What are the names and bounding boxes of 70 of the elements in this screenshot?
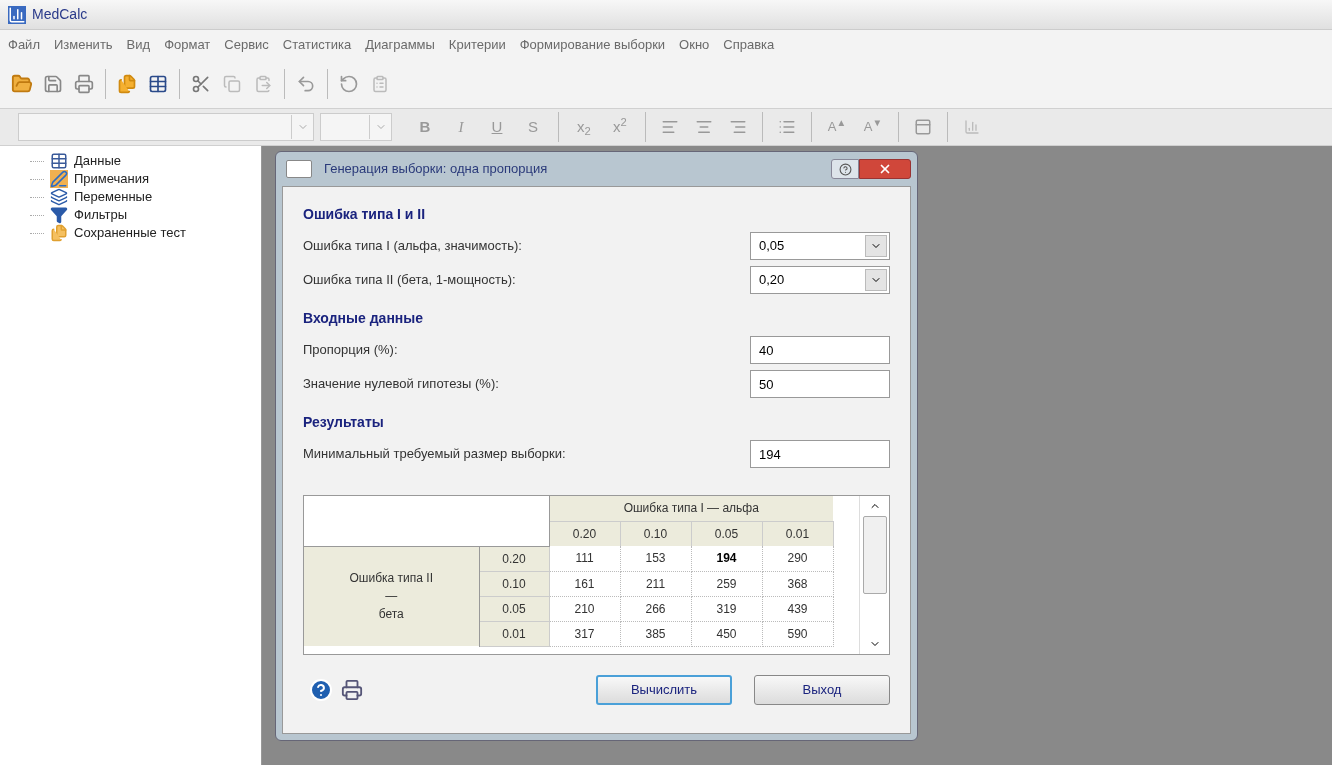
scrollbar[interactable]: [859, 496, 889, 654]
menu-item[interactable]: Изменить: [53, 35, 113, 55]
table-cell: 317: [549, 621, 620, 646]
field-label: Минимальный требуемый размер выборки:: [303, 445, 566, 464]
tree-item[interactable]: Переменные: [74, 187, 153, 207]
tree-item[interactable]: Сохраненные тест: [74, 223, 186, 243]
table-cell: 439: [762, 596, 833, 621]
table-cell: 319: [691, 596, 762, 621]
menu-item[interactable]: Статистика: [282, 35, 352, 55]
table-cell: 368: [762, 571, 833, 596]
input-field[interactable]: 194: [750, 440, 890, 468]
font-name-field[interactable]: [18, 113, 314, 141]
menu-item[interactable]: Вид: [126, 35, 151, 55]
field-label: Ошибка типа I (альфа, значимость):: [303, 237, 522, 256]
input-field[interactable]: 40: [750, 336, 890, 364]
row-group-header: Ошибка типа II — бета: [304, 546, 479, 646]
question-icon: [838, 162, 852, 176]
help-button[interactable]: [831, 159, 859, 179]
table-cell: 385: [620, 621, 691, 646]
section-heading: Ошибка типа I и II: [303, 204, 427, 224]
app-icon: [8, 5, 26, 24]
menu-item[interactable]: Диаграммы: [365, 35, 435, 55]
close-button[interactable]: [859, 159, 911, 179]
print-icon[interactable]: [341, 679, 363, 701]
table-cell: 153: [620, 546, 691, 571]
table-icon: [50, 152, 68, 170]
menu-item[interactable]: Сервис: [224, 35, 269, 55]
window-title: MedCalc: [32, 5, 88, 24]
dialog-title: Генерация выборки: одна пропорция: [324, 160, 549, 179]
section-heading: Результаты: [303, 412, 385, 432]
filter-icon: [50, 206, 68, 224]
field-label: Значение нулевой гипотезы (%):: [303, 375, 499, 394]
field-label: Ошибка типа II (бета, 1-мощность):: [303, 271, 516, 290]
dialog-icon: [286, 160, 312, 178]
table-cell: 290: [762, 546, 833, 571]
help-icon[interactable]: [309, 678, 333, 702]
field-label: Пропорция (%):: [303, 341, 398, 360]
table-cell: 590: [762, 621, 833, 646]
dialog-button[interactable]: Выход: [754, 675, 890, 705]
menu-item[interactable]: Формат: [164, 35, 211, 55]
tree-item[interactable]: Примечания: [74, 169, 150, 189]
close-icon: [878, 162, 892, 176]
pages-icon: [50, 224, 68, 242]
menu-item[interactable]: Справка: [723, 35, 775, 55]
font-size-field[interactable]: [320, 113, 392, 141]
layers-icon: [50, 188, 68, 206]
dialog-button[interactable]: Вычислить: [596, 675, 732, 705]
scroll-thumb[interactable]: [862, 516, 887, 594]
table-cell: 194: [691, 546, 762, 571]
table-cell: 259: [691, 571, 762, 596]
tree-item[interactable]: Фильтры: [74, 205, 127, 225]
table-cell: 210: [549, 596, 620, 621]
menu-item[interactable]: Файл: [8, 35, 40, 55]
dropdown-value: 0,05: [758, 237, 786, 256]
section-heading: Входные данные: [303, 308, 425, 328]
pen-icon: [50, 170, 68, 188]
column-group-header: Ошибка типа I — альфа: [549, 496, 833, 521]
table-cell: 111: [549, 546, 620, 571]
table-cell: 211: [620, 571, 691, 596]
tree-item[interactable]: Данные: [74, 151, 121, 171]
dropdown-field[interactable]: 0,05: [750, 232, 890, 260]
dropdown-field[interactable]: 0,20: [750, 266, 890, 294]
table-cell: 266: [620, 596, 691, 621]
menu-item[interactable]: Окно: [679, 35, 710, 55]
dropdown-value: 0,20: [758, 271, 786, 290]
table-cell: 161: [549, 571, 620, 596]
table-cell: 450: [691, 621, 762, 646]
input-field[interactable]: 50: [750, 370, 890, 398]
menu-item[interactable]: Критерии: [448, 35, 506, 55]
menu-item[interactable]: Формирование выборки: [519, 35, 666, 55]
